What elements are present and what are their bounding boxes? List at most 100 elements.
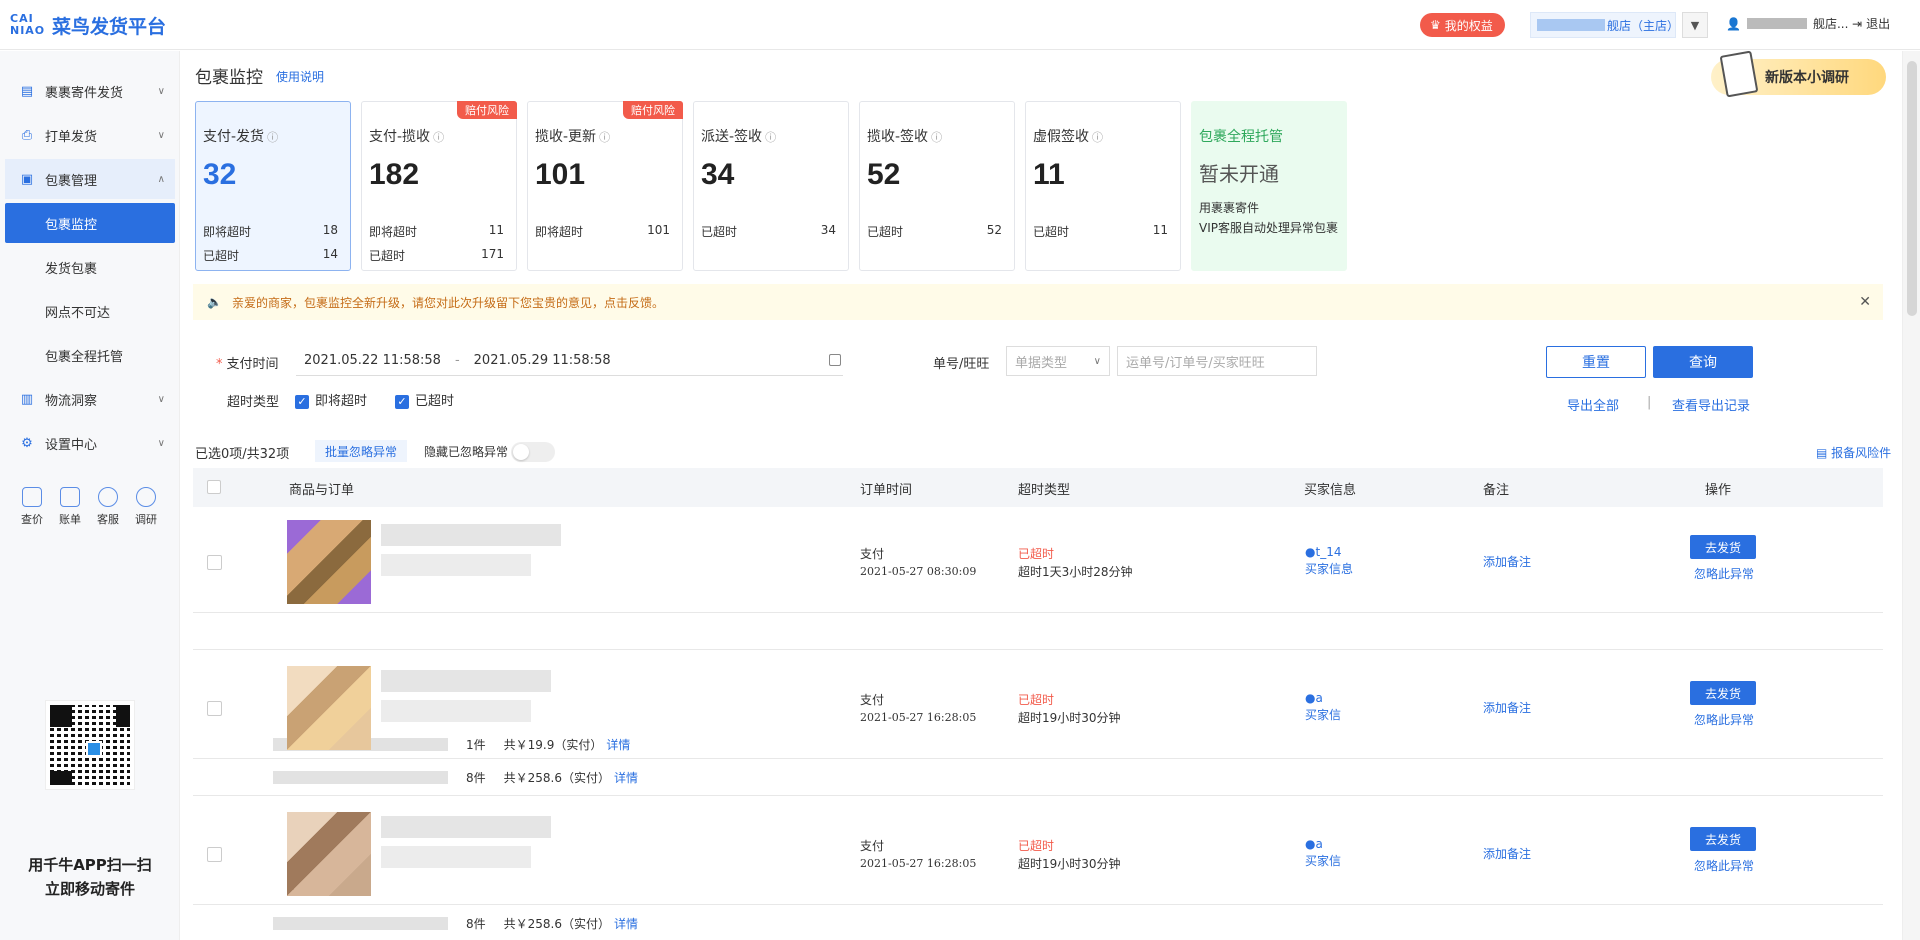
- shop-label: 舰店（主店）: [1607, 18, 1680, 33]
- ignore-link[interactable]: 忽略此异常: [1694, 858, 1754, 875]
- user-menu[interactable]: 👤 舰店...: [1726, 15, 1848, 32]
- select-all-checkbox[interactable]: [207, 480, 221, 494]
- item-count: 8件: [466, 770, 486, 785]
- search-input[interactable]: 运单号/订单号/买家旺旺: [1117, 346, 1317, 376]
- sidebar-item-package-manage[interactable]: ▣ 包裹管理 ∧: [5, 159, 175, 199]
- tool-label: 查价: [21, 513, 43, 526]
- tool-price[interactable]: 查价: [18, 487, 46, 527]
- row-checkbox[interactable]: [207, 847, 222, 862]
- scrollbar-thumb[interactable]: [1907, 61, 1917, 316]
- stat-card-collect-sign[interactable]: 揽收-签收 ⓘ 52 已超时 52: [859, 101, 1015, 271]
- card-status: 暂未开通: [1199, 162, 1279, 186]
- my-rights-button[interactable]: ♛ 我的权益: [1420, 13, 1505, 37]
- stat-card-fake-sign[interactable]: 虚假签收 ⓘ 11 已超时 11: [1025, 101, 1181, 271]
- buyer-info-link[interactable]: 买家信息: [1305, 561, 1353, 578]
- buyer-name[interactable]: ●a: [1305, 690, 1323, 707]
- stat-card-collect-update[interactable]: 赔付风险 揽收-更新 ⓘ 101 即将超时 101: [527, 101, 683, 271]
- stat-card-pay-collect[interactable]: 赔付风险 支付-揽收 ⓘ 182 即将超时 11 已超时 171: [361, 101, 517, 271]
- product-image[interactable]: [287, 812, 371, 896]
- tool-service[interactable]: 客服: [94, 487, 122, 527]
- card-value: 52: [867, 158, 901, 191]
- survey-banner[interactable]: 新版本小调研: [1711, 50, 1886, 98]
- card-title: 揽收-签收: [867, 129, 929, 145]
- export-all-link[interactable]: 导出全部: [1567, 395, 1619, 414]
- row-checkbox[interactable]: [207, 555, 222, 570]
- add-note-link[interactable]: 添加备注: [1483, 700, 1531, 717]
- buyer-info-link[interactable]: 买家信: [1305, 707, 1341, 724]
- ship-button[interactable]: 去发货: [1690, 681, 1756, 705]
- date-range-picker[interactable]: 2021.05.22 11:58:58 - 2021.05.29 11:58:5…: [296, 346, 843, 376]
- ship-button[interactable]: 去发货: [1690, 827, 1756, 851]
- tool-survey[interactable]: 调研: [132, 487, 160, 527]
- pay-time-text: 支付时间: [226, 357, 279, 372]
- card-value: 34: [701, 158, 735, 191]
- order-label: 单号/旺旺: [933, 357, 990, 372]
- user-label: 舰店...: [1812, 17, 1849, 31]
- calendar-icon: [829, 354, 841, 366]
- order-time: 2021-05-27 16:28:05: [860, 711, 977, 724]
- batch-ignore-button[interactable]: 批量忽略异常: [315, 440, 408, 462]
- ignore-link[interactable]: 忽略此异常: [1694, 712, 1754, 729]
- buyer-name-text: a: [1315, 691, 1323, 705]
- sidebar-subitem-shipped-packages[interactable]: 发货包裹: [5, 247, 175, 287]
- row-checkbox[interactable]: [207, 701, 222, 716]
- buyer-name[interactable]: ●a: [1305, 836, 1323, 853]
- product-title-redacted: [381, 524, 561, 546]
- stat-card-deliver-sign[interactable]: 派送-签收 ⓘ 34 已超时 34: [693, 101, 849, 271]
- logout-button[interactable]: ⇥ 退出: [1852, 15, 1890, 32]
- product-title-redacted: [381, 670, 551, 692]
- pay-label: 支付: [860, 839, 885, 853]
- timeout-option-overdue[interactable]: ✓ 已超时: [395, 390, 454, 409]
- sidebar-subitem-full-trust[interactable]: 包裹全程托管: [5, 335, 175, 375]
- tool-bill[interactable]: 账单: [56, 487, 84, 527]
- selected-count: 已选0项/共32项: [195, 447, 290, 462]
- add-note-link[interactable]: 添加备注: [1483, 554, 1531, 571]
- shop-selector[interactable]: 舰店（主店）: [1530, 12, 1680, 38]
- order-detail-link[interactable]: 详情: [614, 915, 638, 932]
- wangwang-icon: ●: [1305, 545, 1316, 559]
- order-footer: 8件 共￥258.6（实付） 详情: [273, 905, 1920, 940]
- report-risk-link[interactable]: ▤ 报备风险件: [1816, 444, 1891, 461]
- ignore-link[interactable]: 忽略此异常: [1694, 566, 1754, 583]
- pay-time-label: * 支付时间: [216, 357, 279, 372]
- query-button[interactable]: 查询: [1653, 346, 1753, 378]
- shop-dropdown-button[interactable]: ▼: [1682, 12, 1708, 38]
- order-no-redacted: [273, 916, 448, 930]
- sidebar-subitem-unreachable[interactable]: 网点不可达: [5, 291, 175, 331]
- order-no-redacted: [273, 770, 448, 784]
- sidebar-item-print-ship[interactable]: ⎙ 打单发货 ∨: [5, 115, 175, 155]
- close-icon[interactable]: ✕: [1859, 294, 1871, 310]
- sidebar-item-settings[interactable]: ⚙ 设置中心 ∨: [5, 423, 175, 463]
- option-label: 已超时: [415, 394, 455, 409]
- timeout-option-soon[interactable]: ✓ 即将超时: [295, 390, 367, 409]
- page-scrollbar[interactable]: [1902, 51, 1920, 940]
- ship-button[interactable]: 去发货: [1690, 535, 1756, 559]
- sidebar-item-logistics-insight[interactable]: ▥ 物流洞察 ∨: [5, 379, 175, 419]
- reset-button[interactable]: 重置: [1546, 346, 1646, 378]
- table-row: 支付 2021-05-27 16:28:05 已超时 超时19小时30分钟 ●a…: [193, 654, 1883, 796]
- chevron-down-icon: ∨: [1093, 355, 1101, 367]
- sidebar-subitem-package-monitor[interactable]: 包裹监控: [5, 203, 175, 243]
- add-note-link[interactable]: 添加备注: [1483, 846, 1531, 863]
- usage-guide-link[interactable]: 使用说明: [276, 68, 324, 85]
- buyer-info-link[interactable]: 买家信: [1305, 853, 1341, 870]
- product-image[interactable]: [287, 520, 371, 604]
- timeout-status: 已超时: [1018, 839, 1055, 853]
- crown-icon: ♛: [1430, 18, 1441, 32]
- card-row-value: 101: [647, 223, 670, 237]
- card-row-label: 已超时: [369, 249, 406, 263]
- stat-card-pay-ship[interactable]: 支付-发货 ⓘ 32 即将超时 18 已超时 14: [195, 101, 351, 271]
- stat-card-full-trust[interactable]: 包裹全程托管 暂未开通 用裹裹寄件 VIP客服自动处理异常包裹: [1191, 101, 1347, 271]
- export-records-link[interactable]: 查看导出记录: [1672, 395, 1750, 414]
- sidebar-item-guoguo-ship[interactable]: ▤ 裹裹寄件发货 ∨: [5, 71, 175, 111]
- hide-ignored-toggle[interactable]: [511, 442, 555, 462]
- buyer-name[interactable]: ●t_14: [1305, 544, 1341, 561]
- product-image[interactable]: [287, 666, 371, 750]
- order-detail-link[interactable]: 详情: [614, 769, 638, 786]
- timeout-detail: 超时19小时30分钟: [1018, 711, 1121, 725]
- logo[interactable]: CAI NIAO 菜鸟发货平台: [10, 8, 166, 42]
- card-title: 包裹全程托管: [1199, 129, 1283, 145]
- notice-bar[interactable]: 🔈 亲爱的商家，包裹监控全新升级，请您对此次升级留下您宝贵的意见，点击反馈。 ✕: [193, 284, 1883, 320]
- col-header-goods: 商品与订单: [289, 483, 355, 498]
- doc-type-select[interactable]: 单据类型 ∨: [1006, 346, 1110, 376]
